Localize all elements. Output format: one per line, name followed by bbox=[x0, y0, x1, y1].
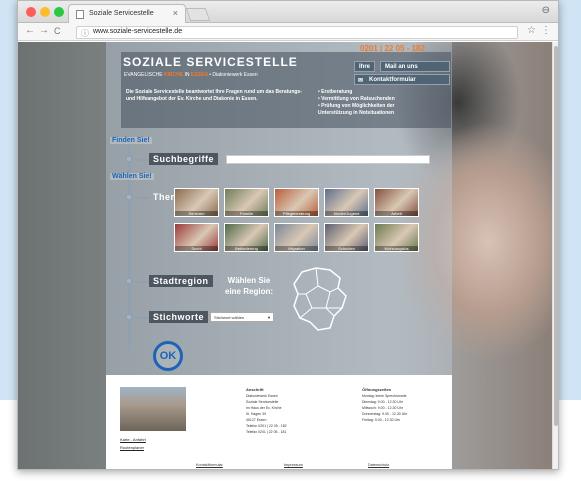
site-title[interactable]: SOZIALE SERVICESTELLE bbox=[123, 55, 298, 69]
anschrift-title: Anschrift bbox=[246, 387, 264, 392]
step-node bbox=[125, 155, 133, 163]
close-window-button[interactable] bbox=[26, 7, 36, 17]
site-subtitle: EVANGELISCHE KIRCHE IN ESSEN • Diakoniew… bbox=[124, 72, 258, 78]
tab-title: Soziale Servicestelle bbox=[89, 10, 154, 17]
kontaktformular-label: Kontaktformular bbox=[369, 77, 416, 83]
scrollbar-thumb[interactable] bbox=[554, 46, 558, 426]
footer-datenschutz-link[interactable]: Datenschutz bbox=[368, 463, 389, 467]
theme-tile-label: Migration bbox=[275, 246, 318, 251]
subtitle-kirche: KIRCHE bbox=[163, 72, 184, 78]
ihre-button[interactable]: Ihre bbox=[354, 61, 376, 72]
url-text: www.soziale-servicestelle.de bbox=[93, 28, 183, 35]
oeffnungszeiten-block: Öffnungszeiten Montag: keine Sprechstund… bbox=[362, 387, 407, 423]
routenplaner-link[interactable]: Routenplaner bbox=[120, 445, 144, 450]
theme-tile-label: Pflegeberatung bbox=[275, 211, 318, 216]
subtitle-evangelische: EVANGELISCHE bbox=[124, 72, 163, 78]
subtitle-diakoniewerk: • Diakoniewerk Essen bbox=[209, 72, 258, 78]
step-connector bbox=[135, 197, 149, 199]
maximize-window-button[interactable] bbox=[54, 7, 64, 17]
stichwort-select[interactable]: Stichwort wählen ▼ bbox=[210, 312, 274, 322]
finden-heading: Finden Sie! bbox=[110, 137, 152, 144]
step-connector bbox=[135, 159, 149, 161]
browser-tab[interactable]: Soziale Servicestelle × bbox=[68, 4, 186, 23]
essen-region-map[interactable] bbox=[290, 264, 350, 334]
browser-toolbar: ← → C ⓘ www.soziale-servicestelle.de ☆ ⋮ bbox=[18, 23, 558, 41]
theme-tile[interactable]: Wohnungslos bbox=[374, 223, 419, 252]
stadtregion-label: Stadtregion bbox=[149, 275, 213, 287]
stichworte-label: Stichworte bbox=[149, 311, 209, 323]
theme-tile[interactable]: Senioren bbox=[174, 188, 219, 217]
theme-tile[interactable]: Sucht bbox=[174, 223, 219, 252]
theme-tile[interactable]: Migration bbox=[274, 223, 319, 252]
bookmark-star-icon[interactable]: ☆ bbox=[527, 25, 536, 36]
tab-close-icon[interactable]: × bbox=[173, 8, 178, 18]
address-bar[interactable]: ⓘ www.soziale-servicestelle.de bbox=[76, 26, 518, 39]
site-footer: Karte - Anfahrt Routenplaner Anschrift D… bbox=[106, 375, 452, 469]
theme-tile-label: Arbeit bbox=[375, 211, 418, 216]
service-item: • Vermittlung von Ratsuchenden bbox=[318, 96, 395, 102]
anschrift-block: Anschrift Diakoniewerk Essen Soziale Ser… bbox=[246, 387, 287, 435]
envelope-icon: ✉ bbox=[358, 78, 364, 84]
ok-button[interactable]: OK bbox=[153, 341, 183, 371]
waehlen-heading: Wählen Sie! bbox=[110, 173, 154, 180]
minimize-window-button[interactable] bbox=[40, 7, 50, 17]
back-icon[interactable]: ← bbox=[25, 25, 35, 36]
chevron-down-icon: ▼ bbox=[267, 315, 271, 320]
theme-tile-label: Familie bbox=[225, 211, 268, 216]
step-node bbox=[125, 313, 133, 321]
theme-tile[interactable]: Pflegeberatung bbox=[274, 188, 319, 217]
new-tab-button[interactable] bbox=[185, 8, 211, 21]
stichwort-select-value: Stichwort wählen bbox=[214, 315, 245, 320]
theme-tile[interactable]: Behinderung bbox=[224, 223, 269, 252]
phone-number: 0201 | 22 05 - 182 bbox=[360, 44, 425, 53]
info-icon[interactable]: ⓘ bbox=[81, 28, 89, 39]
theme-tile-label: Wohnungslos bbox=[375, 246, 418, 251]
footer-kontaktformular-link[interactable]: Kontaktformular bbox=[196, 463, 223, 467]
step-node bbox=[125, 193, 133, 201]
theme-tile-label: Schulden bbox=[325, 246, 368, 251]
theme-tile-label: Behinderung bbox=[225, 246, 268, 251]
page-viewport: 0201 | 22 05 - 182 SOZIALE SERVICESTELLE… bbox=[18, 42, 554, 469]
suchbegriffe-label: Suchbegriffe bbox=[149, 153, 219, 165]
subtitle-essen: ESSEN bbox=[190, 72, 208, 78]
account-icon[interactable]: ⊖ bbox=[542, 5, 550, 16]
theme-tile-label: Kinder/Jugend bbox=[325, 211, 368, 216]
service-item: Unterstützung in Notsituationen bbox=[318, 110, 395, 116]
region-prompt-line: eine Region: bbox=[225, 287, 274, 296]
step-connector bbox=[135, 317, 149, 319]
forward-icon[interactable]: → bbox=[39, 25, 49, 36]
region-prompt-line: Wählen Sie bbox=[227, 276, 271, 285]
building-photo bbox=[120, 387, 186, 431]
theme-tile-label: Senioren bbox=[175, 211, 218, 216]
region-prompt: Wählen Sie eine Region: bbox=[225, 275, 273, 297]
intro-text: Die Soziale Servicestelle beantwortet Ih… bbox=[126, 89, 302, 102]
title-bar: Soziale Servicestelle × ⊖ bbox=[18, 1, 558, 23]
reload-icon[interactable]: C bbox=[54, 26, 61, 36]
vertical-scrollbar[interactable] bbox=[552, 42, 558, 469]
browser-window: Soziale Servicestelle × ⊖ ← → C ⓘ www.so… bbox=[17, 0, 559, 470]
step-connector bbox=[135, 281, 149, 283]
theme-tile[interactable]: Familie bbox=[224, 188, 269, 217]
step-node bbox=[125, 277, 133, 285]
service-list: • Erstberatung • Vermittlung von Ratsuch… bbox=[318, 89, 450, 117]
theme-tile-label: Sucht bbox=[175, 246, 218, 251]
subtitle-in: IN bbox=[184, 72, 190, 78]
service-item: • Erstberatung bbox=[318, 89, 353, 95]
service-item: • Prüfung von Möglichkeiten der bbox=[318, 103, 395, 109]
footer-impressum-link[interactable]: Impressum bbox=[284, 463, 303, 467]
theme-tile[interactable]: Schulden bbox=[324, 223, 369, 252]
page-icon bbox=[76, 10, 84, 19]
theme-tile[interactable]: Arbeit bbox=[374, 188, 419, 217]
anschrift-line: Telefax 0201 | 22 05 - 181 bbox=[246, 430, 287, 434]
mail-button[interactable]: Mail an uns bbox=[380, 61, 450, 72]
theme-tile[interactable]: Kinder/Jugend bbox=[324, 188, 369, 217]
karte-anfahrt-link[interactable]: Karte - Anfahrt bbox=[120, 437, 146, 442]
search-input[interactable] bbox=[226, 155, 430, 164]
kontaktformular-button[interactable]: ✉ Kontaktformular bbox=[354, 74, 450, 85]
oeffnungszeiten-title: Öffnungszeiten bbox=[362, 387, 392, 392]
browser-menu-icon[interactable]: ⋮ bbox=[541, 25, 551, 36]
oeffnungszeiten-line: Freitag: 9.00 - 12.30 Uhr bbox=[362, 418, 401, 422]
